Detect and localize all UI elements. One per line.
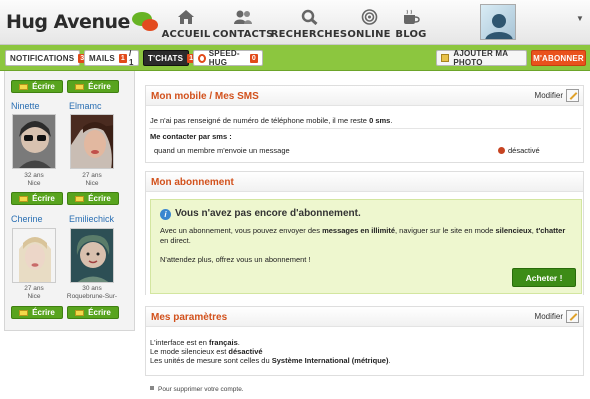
tab-notifications[interactable]: NOTIFICATIONS 3 <box>5 50 87 66</box>
mails-total: / 1 <box>128 49 134 67</box>
secondary-toolbar: NOTIFICATIONS 3 MAILS 1 / 1 T'CHATS 1 SP… <box>0 45 590 71</box>
disabled-status-icon <box>498 147 505 154</box>
member-photo-ninette[interactable] <box>12 114 56 169</box>
contacts-icon <box>234 10 252 24</box>
member-photo-elmamc[interactable] <box>70 114 114 169</box>
member-meta-elmamc: 27 ans Nice <box>82 172 102 187</box>
write-button[interactable]: Écrire <box>67 306 119 319</box>
online-icon <box>361 9 377 25</box>
member-photo-emiliechick[interactable] <box>70 228 114 283</box>
nav-item-blog[interactable]: BLOG <box>394 3 428 43</box>
delete-account-link[interactable]: Pour supprimer votre compte. <box>150 386 244 393</box>
envelope-icon <box>75 195 85 202</box>
member-meta-cherine: 27 ans Nice <box>24 285 44 300</box>
mails-count-badge: 1 <box>118 53 127 63</box>
setting-language: L'interface est en français. <box>150 338 240 347</box>
sms-contact-option: quand un membre m'envoie un message <box>154 146 290 155</box>
nav-label-blog: BLOG <box>395 29 427 40</box>
logo-text: Hug Avenue <box>6 11 130 33</box>
envelope-icon <box>19 195 29 202</box>
tab-tchats[interactable]: T'CHATS 1 <box>143 50 196 66</box>
user-avatar[interactable] <box>480 4 516 40</box>
tab-mails[interactable]: MAILS 1 / 1 <box>84 49 139 67</box>
members-sidebar: Écrire Écrire Ninette 32 ans Nice Elmamc … <box>4 71 135 331</box>
notice-cta-text: N'attendez plus, offrez vous un abonneme… <box>160 255 311 264</box>
mobile-status-text: Je n'ai pas renseigné de numéro de télép… <box>150 116 393 125</box>
top-header: Hug Avenue ACCUEIL CONTACTS RECHERCHES O… <box>0 0 590 45</box>
subscription-header: Mon abonnement <box>146 172 583 192</box>
member-photo-cherine[interactable] <box>12 228 56 283</box>
nav-label-accueil: ACCUEIL <box>161 29 211 40</box>
subscribe-label: M'ABONNER <box>533 53 584 63</box>
envelope-icon <box>19 309 29 316</box>
sms-status: désactivé <box>498 146 540 155</box>
speed-hug-count-badge: 0 <box>249 53 258 63</box>
member-name-elmamc[interactable]: Elmamc <box>69 101 102 111</box>
settings-title: Mes paramètres <box>151 312 228 323</box>
main-nav: ACCUEIL CONTACTS RECHERCHES ONLINE BLOG <box>160 3 428 43</box>
notice-paragraph: Avec un abonnement, vous pouvez envoyer … <box>160 226 566 245</box>
write-button[interactable]: Écrire <box>11 306 63 319</box>
settings-section: Mes paramètres Modifier L'interface est … <box>145 306 584 376</box>
avatar-silhouette-icon <box>485 14 513 39</box>
logo-bubbles-icon <box>131 10 160 34</box>
nav-item-accueil[interactable]: ACCUEIL <box>160 3 212 43</box>
setting-silent-mode: Le mode silencieux est désactivé <box>150 347 263 356</box>
member-name-ninette[interactable]: Ninette <box>11 101 40 111</box>
settings-modify-button[interactable]: Modifier <box>535 310 579 323</box>
nav-item-online[interactable]: ONLINE <box>344 3 394 43</box>
search-icon <box>301 9 318 25</box>
pencil-icon <box>566 89 579 102</box>
bullet-icon <box>150 386 154 390</box>
mobile-sms-header: Mon mobile / Mes SMS Modifier <box>146 86 583 106</box>
envelope-icon <box>75 309 85 316</box>
nav-label-contacts: CONTACTS <box>212 29 274 40</box>
mobile-modify-button[interactable]: Modifier <box>535 89 579 102</box>
setting-units: Les unités de mesure sont celles du Syst… <box>150 356 391 365</box>
member-name-emiliechick[interactable]: Emiliechick <box>69 214 114 224</box>
photo-icon <box>441 54 450 62</box>
buy-subscription-button[interactable]: Acheter ! <box>512 268 576 287</box>
pencil-icon <box>566 310 579 323</box>
add-photo-label: AJOUTER MA PHOTO <box>453 49 508 67</box>
mobile-sms-section: Mon mobile / Mes SMS Modifier Je n'ai pa… <box>145 85 584 163</box>
home-icon <box>178 10 194 24</box>
write-button[interactable]: Écrire <box>11 192 63 205</box>
mobile-sms-title: Mon mobile / Mes SMS <box>151 91 259 102</box>
nav-item-contacts[interactable]: CONTACTS <box>212 3 274 43</box>
nav-label-online: ONLINE <box>347 29 391 40</box>
nav-label-recherches: RECHERCHES <box>270 29 348 40</box>
write-button[interactable]: Écrire <box>67 192 119 205</box>
write-button[interactable]: Écrire <box>67 80 119 93</box>
tab-speed-hug[interactable]: SPEED-HUG 0 <box>193 49 263 67</box>
envelope-icon <box>75 83 85 90</box>
divider <box>149 128 581 129</box>
subscription-notice: i Vous n'avez pas encore d'abonnement. Av… <box>150 199 582 294</box>
tchats-label: T'CHATS <box>148 53 184 63</box>
notice-title: i Vous n'avez pas encore d'abonnement. <box>160 208 361 220</box>
member-meta-emiliechick: 30 ans Roquebrune-Sur- <box>66 285 118 300</box>
member-meta-ninette: 32 ans Nice <box>24 172 44 187</box>
subscription-title: Mon abonnement <box>151 177 234 188</box>
info-icon: i <box>160 209 171 220</box>
site-logo[interactable]: Hug Avenue <box>6 9 160 35</box>
account-dropdown-icon[interactable]: ▼ <box>576 14 584 23</box>
nav-item-recherches[interactable]: RECHERCHES <box>271 3 347 43</box>
blog-icon <box>404 9 420 24</box>
sms-contact-heading: Me contacter par sms : <box>150 132 232 141</box>
mails-label: MAILS <box>89 53 115 63</box>
settings-header: Mes paramètres Modifier <box>146 307 583 327</box>
speed-hug-clock-icon <box>198 53 206 63</box>
write-button[interactable]: Écrire <box>11 80 63 93</box>
envelope-icon <box>19 83 29 90</box>
subscribe-button[interactable]: M'ABONNER <box>531 50 586 66</box>
notifications-label: NOTIFICATIONS <box>10 53 75 63</box>
add-photo-button[interactable]: AJOUTER MA PHOTO <box>436 49 527 67</box>
member-name-cherine[interactable]: Cherine <box>11 214 43 224</box>
speed-hug-label: SPEED-HUG <box>208 49 240 67</box>
